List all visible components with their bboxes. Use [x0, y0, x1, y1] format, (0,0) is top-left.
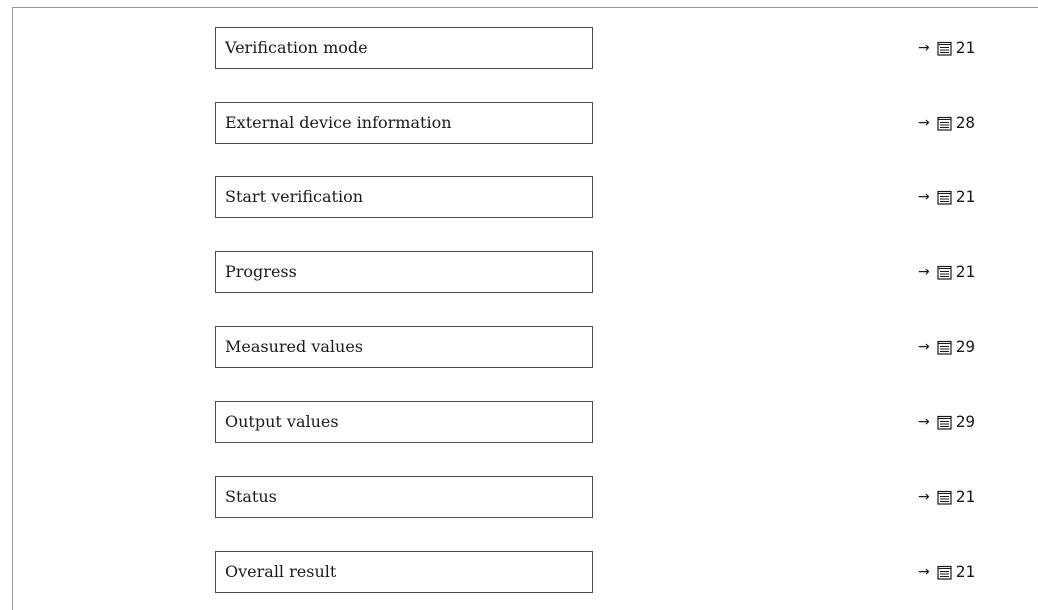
page-number: 21 — [955, 262, 975, 281]
parameter-label: External device information — [225, 113, 452, 132]
parameter-label: Progress — [225, 262, 297, 281]
parameter-row: External device information → 28 — [215, 102, 995, 144]
page-reference[interactable]: → 21 — [918, 27, 975, 69]
page-reference[interactable]: → 29 — [918, 326, 975, 368]
page-number: 21 — [955, 487, 975, 506]
page-number: 28 — [955, 113, 975, 132]
page-reference[interactable]: → 21 — [918, 176, 975, 218]
arrow-right-icon: → — [918, 40, 930, 56]
parameter-row: Overall result → 21 — [215, 551, 995, 593]
parameter-label: Overall result — [225, 562, 337, 581]
parameter-row: Output values → 29 — [215, 401, 995, 443]
parameter-box[interactable]: Progress — [215, 251, 593, 293]
parameter-box[interactable]: Output values — [215, 401, 593, 443]
arrow-right-icon: → — [918, 414, 930, 430]
parameter-label: Status — [225, 487, 277, 506]
parameter-label: Output values — [225, 412, 339, 431]
page-book-icon — [937, 490, 952, 505]
page-reference[interactable]: → 21 — [918, 251, 975, 293]
parameter-box[interactable]: External device information — [215, 102, 593, 144]
page-reference[interactable]: → 21 — [918, 551, 975, 593]
page-book-icon — [937, 116, 952, 131]
parameter-label: Verification mode — [225, 38, 368, 57]
page-book-icon — [937, 565, 952, 580]
page-book-icon — [937, 265, 952, 280]
parameter-navigation-list: Verification mode → 21 External device i… — [0, 0, 1038, 610]
arrow-right-icon: → — [918, 489, 930, 505]
parameter-box[interactable]: Overall result — [215, 551, 593, 593]
page-number: 29 — [955, 412, 975, 431]
parameter-row: Verification mode → 21 — [215, 27, 995, 69]
parameter-row: Status → 21 — [215, 476, 995, 518]
page-book-icon — [937, 190, 952, 205]
arrow-right-icon: → — [918, 115, 930, 131]
parameter-box[interactable]: Verification mode — [215, 27, 593, 69]
parameter-label: Start verification — [225, 187, 364, 206]
parameter-box[interactable]: Status — [215, 476, 593, 518]
parameter-box[interactable]: Measured values — [215, 326, 593, 368]
arrow-right-icon: → — [918, 564, 930, 580]
parameter-row: Measured values → 29 — [215, 326, 995, 368]
page-reference[interactable]: → 21 — [918, 476, 975, 518]
arrow-right-icon: → — [918, 264, 930, 280]
page-book-icon — [937, 41, 952, 56]
page-number: 21 — [955, 562, 975, 581]
parameter-row: Progress → 21 — [215, 251, 995, 293]
parameter-row: Start verification → 21 — [215, 176, 995, 218]
page-book-icon — [937, 340, 952, 355]
arrow-right-icon: → — [918, 339, 930, 355]
page-number: 21 — [955, 38, 975, 57]
parameter-label: Measured values — [225, 337, 364, 356]
page-number: 21 — [955, 187, 975, 206]
parameter-box[interactable]: Start verification — [215, 176, 593, 218]
page-reference[interactable]: → 29 — [918, 401, 975, 443]
page-reference[interactable]: → 28 — [918, 102, 975, 144]
page-book-icon — [937, 415, 952, 430]
arrow-right-icon: → — [918, 189, 930, 205]
page-number: 29 — [955, 337, 975, 356]
